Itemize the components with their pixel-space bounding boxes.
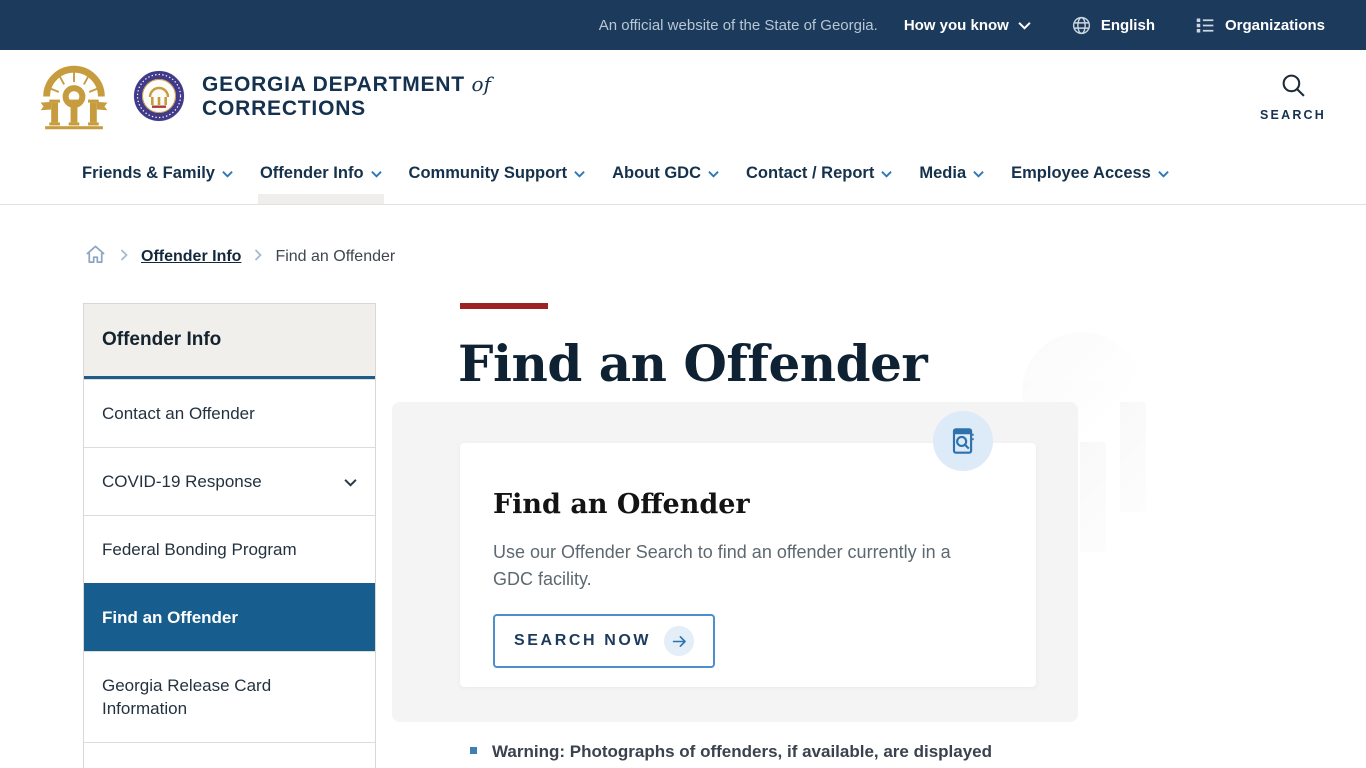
how-you-know-label: How you know: [903, 16, 1009, 34]
header-search-button[interactable]: SEARCH: [1260, 72, 1326, 122]
page-title: Find an Offender: [458, 334, 928, 393]
sidebar-offender-info: Offender Info Contact an Offender COVID-…: [83, 303, 376, 768]
nav-item-about-gdc[interactable]: About GDC: [612, 143, 719, 204]
offender-search-badge: [933, 411, 993, 471]
chevron-down-icon[interactable]: [344, 470, 357, 493]
chevron-down-icon: [973, 164, 984, 183]
gdc-seal-icon: [133, 70, 185, 122]
agency-title[interactable]: GEORGIA DEPARTMENT of CORRECTIONS: [202, 72, 491, 121]
official-website-text: An official website of the State of Geor…: [598, 16, 878, 34]
utility-bar: An official website of the State of Geor…: [0, 0, 1366, 50]
globe-icon: [1071, 15, 1092, 36]
nav-item-contact-report[interactable]: Contact / Report: [746, 143, 893, 204]
sidebar-item-label: Contact an Offender: [102, 404, 255, 423]
nav-label: Contact / Report: [746, 164, 875, 182]
bullet-icon: [470, 747, 477, 754]
how-you-know-toggle[interactable]: How you know: [904, 17, 1031, 34]
search-icon: [1280, 72, 1307, 104]
search-label: SEARCH: [1260, 108, 1326, 122]
nav-item-media[interactable]: Media: [919, 143, 984, 204]
breadcrumb-current: Find an Offender: [275, 248, 396, 265]
nav-label: Friends & Family: [82, 164, 215, 182]
organizations-label: Organizations: [1224, 16, 1325, 34]
sidebar-title: Offender Info: [84, 304, 375, 379]
breadcrumb-link-offender-info[interactable]: Offender Info: [141, 248, 241, 266]
agency-line2: CORRECTIONS: [202, 97, 366, 120]
sidebar-item-federal-bonding-program[interactable]: Federal Bonding Program: [84, 515, 375, 583]
chevron-down-icon: [1018, 21, 1031, 30]
hero-section: Find an Offender Use our Offender Search…: [392, 402, 1078, 722]
language-selector[interactable]: English: [1071, 15, 1155, 36]
sidebar-item-covid-19-response[interactable]: COVID-19 Response: [84, 447, 375, 515]
nav-item-friends-family[interactable]: Friends & Family: [82, 143, 233, 204]
organizations-link[interactable]: Organizations: [1195, 15, 1325, 36]
chevron-down-icon: [370, 164, 382, 183]
agency-line1: GEORGIA DEPARTMENT: [202, 73, 465, 96]
warning-text: Warning: Photographs of offenders, if av…: [492, 742, 993, 761]
nav-label: Media: [919, 164, 967, 182]
sidebar-item-georgia-release-card[interactable]: Georgia Release Card Information: [84, 651, 375, 742]
language-label: English: [1100, 16, 1155, 34]
georgia-arch-logo[interactable]: [16, 34, 132, 150]
card-title: Find an Offender: [493, 489, 750, 520]
warning-list-item: Warning: Photographs of offenders, if av…: [470, 740, 1090, 764]
card-description: Use our Offender Search to find an offen…: [493, 542, 951, 589]
find-offender-card: Find an Offender Use our Offender Search…: [460, 443, 1036, 687]
sidebar-item-label: Federal Bonding Program: [102, 540, 297, 559]
sidebar-item-label: COVID-19 Response: [102, 472, 262, 491]
sidebar-item-find-an-offender[interactable]: Find an Offender: [84, 583, 375, 651]
list-icon: [1195, 15, 1216, 36]
chevron-down-icon: [881, 164, 893, 183]
nav-item-community-support[interactable]: Community Support: [409, 143, 586, 204]
chevron-down-icon: [574, 164, 585, 183]
chevron-right-icon: [254, 248, 263, 266]
arrow-right-icon: [664, 626, 695, 656]
agency-of: of: [471, 72, 491, 96]
main-nav: Friends & Family Offender Info Community…: [0, 143, 1366, 205]
sidebar-item-label: Find an Offender: [102, 608, 238, 627]
nav-item-offender-info[interactable]: Offender Info: [257, 143, 384, 204]
site-header: GEORGIA DEPARTMENT of CORRECTIONS SEARCH: [0, 34, 1366, 150]
search-now-button[interactable]: SEARCH NOW: [493, 614, 716, 668]
nav-label: Community Support: [408, 164, 568, 182]
title-accent-bar: [460, 303, 548, 309]
chevron-down-icon: [222, 164, 233, 183]
sidebar-item-incarcerated-veterans[interactable]: Incarcerated Veterans: [84, 742, 375, 768]
nav-label: About GDC: [612, 164, 702, 182]
arch-icon: [40, 65, 108, 130]
chevron-right-icon: [120, 248, 128, 266]
document-search-icon: [952, 428, 974, 454]
sidebar-item-contact-an-offender[interactable]: Contact an Offender: [84, 379, 375, 447]
nav-item-employee-access[interactable]: Employee Access: [1011, 143, 1169, 204]
search-now-label: SEARCH NOW: [514, 632, 652, 649]
chevron-down-icon: [1158, 164, 1169, 183]
home-icon[interactable]: [84, 243, 107, 271]
chevron-down-icon: [708, 164, 719, 183]
sidebar-item-label: Georgia Release Card Information: [102, 676, 272, 718]
nav-label: Offender Info: [259, 164, 364, 182]
breadcrumb: Offender Info Find an Offender: [84, 243, 395, 271]
nav-label: Employee Access: [1011, 164, 1151, 182]
